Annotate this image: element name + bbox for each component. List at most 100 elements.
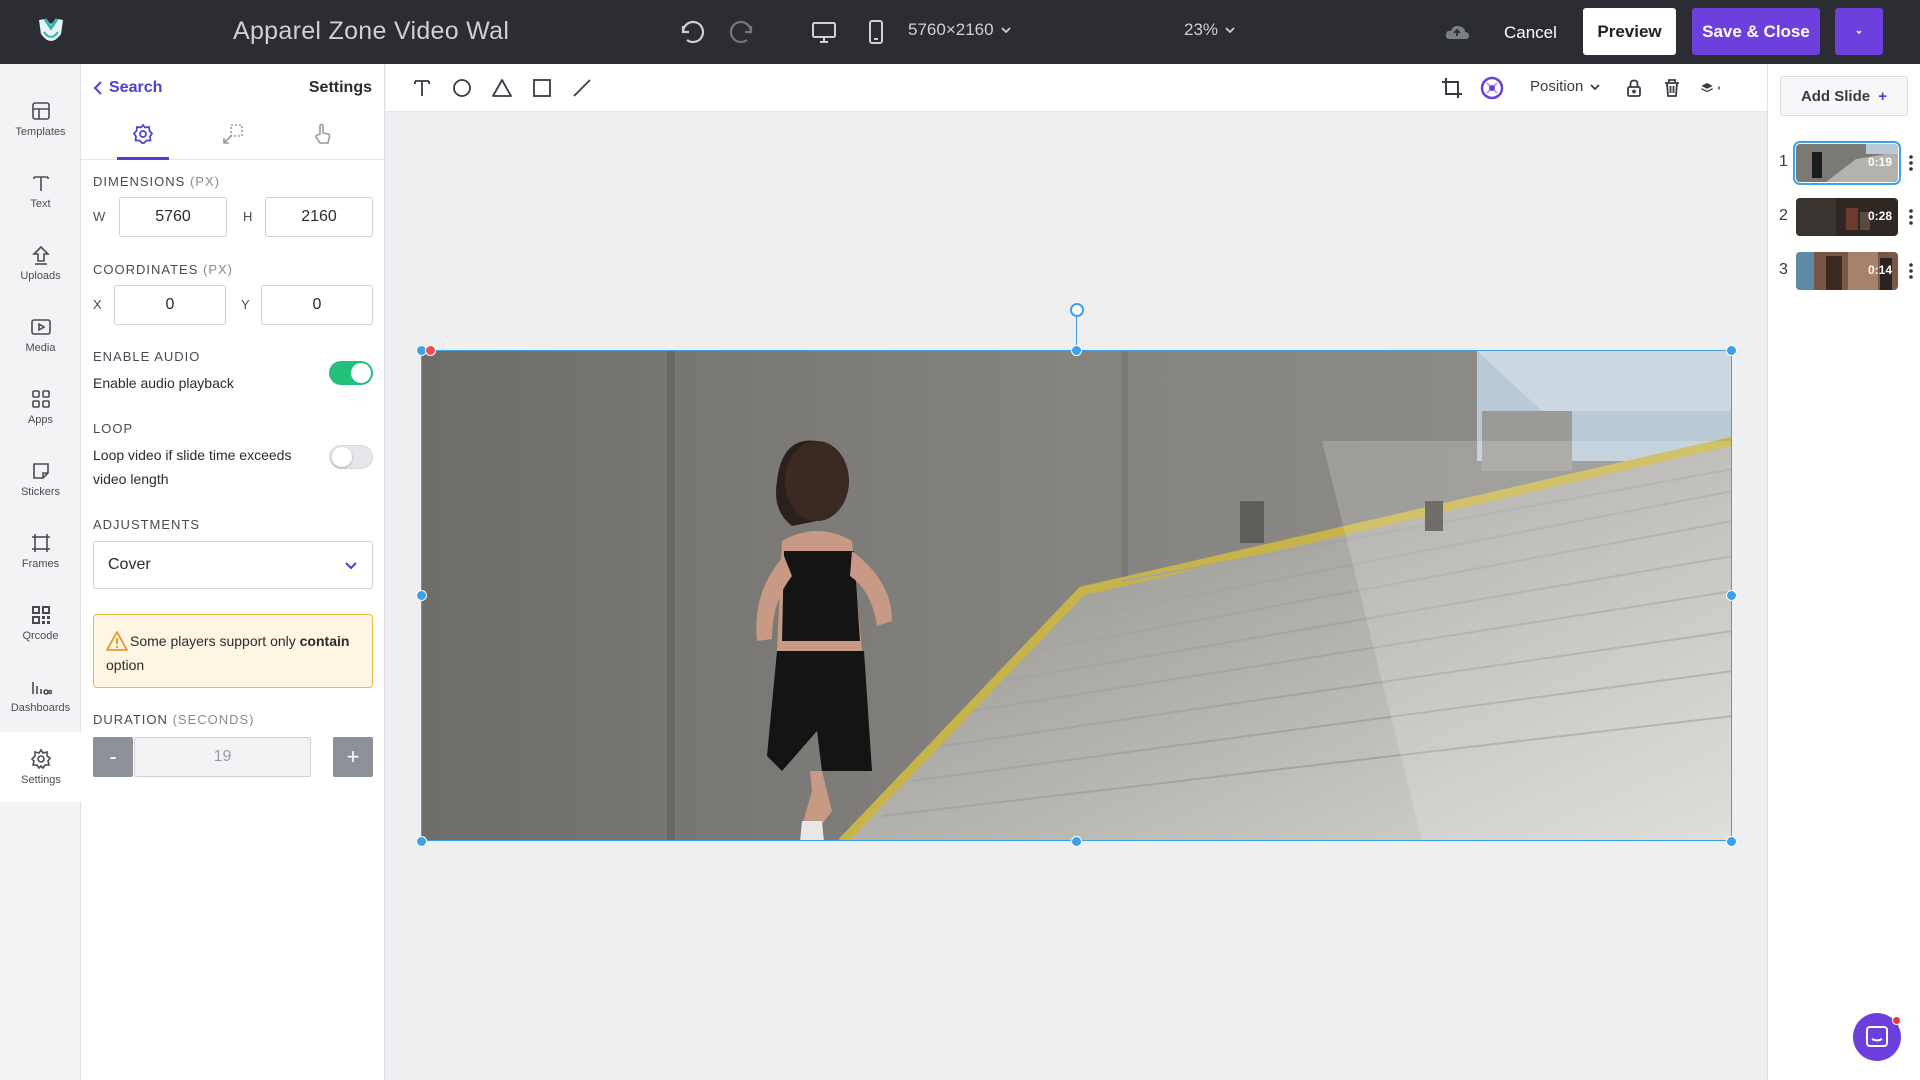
- lock-icon[interactable]: [1622, 76, 1646, 100]
- templates-icon: [31, 102, 50, 120]
- cloud-upload-icon: [1444, 22, 1470, 42]
- duration-decrement-button[interactable]: -: [93, 737, 133, 777]
- touch-icon: [315, 123, 331, 144]
- x-input[interactable]: [114, 285, 226, 325]
- adjustments-select[interactable]: Cover: [93, 541, 373, 589]
- resolution-select[interactable]: 5760×2160: [908, 20, 1012, 40]
- plus-icon: +: [1878, 87, 1888, 105]
- desktop-view-icon[interactable]: [810, 18, 838, 46]
- resize-handle-right[interactable]: [1726, 590, 1737, 601]
- document-title[interactable]: Apparel Zone Video Wal: [233, 17, 509, 46]
- x-label: X: [93, 297, 102, 312]
- duration-increment-button[interactable]: +: [333, 737, 373, 777]
- resize-handle-bottom[interactable]: [1071, 836, 1082, 847]
- more-options-icon[interactable]: [1906, 206, 1916, 228]
- zoom-value: 23%: [1184, 20, 1219, 39]
- warning-icon: [106, 631, 128, 651]
- cancel-button[interactable]: Cancel: [1488, 10, 1573, 56]
- more-options-icon[interactable]: [1906, 152, 1916, 174]
- back-search-link[interactable]: Search: [93, 79, 162, 97]
- nav-media[interactable]: Media: [0, 300, 81, 370]
- top-bar: Apparel Zone Video Wal 5760×2160 23% Can…: [0, 0, 1920, 64]
- nav-text[interactable]: Text: [0, 156, 81, 226]
- undo-icon[interactable]: [677, 18, 705, 46]
- layers-icon[interactable]: [1700, 76, 1734, 100]
- video-frame-image: [422, 351, 1731, 840]
- app-logo[interactable]: [36, 16, 66, 48]
- loop-label: Loop: [93, 421, 134, 436]
- text-icon: [32, 176, 49, 191]
- nav-stickers[interactable]: Stickers: [0, 444, 81, 514]
- slide-duration: 0:14: [1867, 263, 1892, 277]
- y-input[interactable]: [261, 285, 373, 325]
- nav-dashboards[interactable]: Dashboards: [0, 660, 81, 730]
- tab-general-settings[interactable]: [117, 122, 169, 160]
- add-slide-button[interactable]: Add Slide +: [1780, 76, 1908, 116]
- chevron-down-icon: [1225, 27, 1235, 34]
- duration-label: Duration (SECONDS): [93, 712, 255, 727]
- resize-handle-bottom-right[interactable]: [1726, 836, 1737, 847]
- video-element[interactable]: [421, 350, 1732, 841]
- nav-uploads[interactable]: Uploads: [0, 228, 81, 298]
- toggle-knob: [332, 447, 352, 467]
- preview-button[interactable]: Preview: [1583, 8, 1676, 55]
- resize-handle-bottom-left[interactable]: [416, 836, 427, 847]
- nav-label: Stickers: [20, 486, 61, 498]
- enable-audio-toggle[interactable]: [329, 361, 373, 385]
- triangle-tool-icon[interactable]: [490, 76, 514, 100]
- frames-icon: [31, 534, 50, 552]
- resize-handle-top[interactable]: [1071, 345, 1082, 356]
- loop-toggle[interactable]: [329, 445, 373, 469]
- toggle-knob: [351, 363, 371, 383]
- save-close-button[interactable]: Save & Close: [1692, 8, 1820, 55]
- rectangle-tool-icon[interactable]: [530, 76, 554, 100]
- slide-thumbnail[interactable]: 0:28: [1796, 198, 1898, 236]
- duration-input[interactable]: [134, 737, 311, 777]
- nav-label: Text: [30, 198, 51, 210]
- circle-tool-icon[interactable]: [450, 76, 474, 100]
- anchor-point: [425, 345, 436, 356]
- crop-icon[interactable]: [1440, 76, 1464, 100]
- mobile-view-icon[interactable]: [862, 18, 890, 46]
- zoom-select[interactable]: 23%: [1184, 20, 1236, 40]
- trash-icon[interactable]: [1660, 76, 1684, 100]
- nav-frames[interactable]: Frames: [0, 516, 81, 586]
- uploads-icon: [31, 245, 50, 265]
- chevron-down-icon: [1590, 83, 1601, 90]
- loop-text-line2: video length: [93, 471, 169, 487]
- nav-label: Templates: [15, 126, 66, 138]
- slide-thumbnail[interactable]: 0:19: [1793, 141, 1901, 185]
- back-search-label: Search: [109, 79, 163, 96]
- slide-number: 1: [1779, 153, 1788, 170]
- redo-icon[interactable]: [729, 18, 757, 46]
- resize-handle-left[interactable]: [416, 590, 427, 601]
- adjustments-label: Adjustments: [93, 517, 201, 532]
- color-filter-icon[interactable]: [1480, 76, 1504, 100]
- rotate-handle[interactable]: [1070, 303, 1084, 317]
- width-input[interactable]: [119, 197, 227, 237]
- dimensions-label: Dimensions (PX): [93, 174, 220, 189]
- tab-interaction[interactable]: [297, 122, 349, 160]
- slide-row: 2 0:28: [1768, 196, 1920, 240]
- text-tool-icon[interactable]: [410, 76, 434, 100]
- nav-label: Uploads: [20, 270, 61, 282]
- nav-apps[interactable]: Apps: [0, 372, 81, 442]
- slide-row: 3 0:14: [1768, 250, 1920, 294]
- settings-icon: [30, 748, 52, 770]
- nav-settings[interactable]: Settings: [0, 732, 82, 802]
- nav-templates[interactable]: Templates: [0, 84, 81, 154]
- height-input[interactable]: [265, 197, 373, 237]
- save-options-button[interactable]: [1835, 8, 1883, 55]
- tab-animation[interactable]: [207, 122, 259, 160]
- warning-text: Some players support only contain: [130, 633, 350, 649]
- slide-number: 2: [1779, 207, 1788, 224]
- nav-qrcode[interactable]: Qrcode: [0, 588, 81, 658]
- line-tool-icon[interactable]: [570, 76, 594, 100]
- resize-handle-top-right[interactable]: [1726, 345, 1737, 356]
- position-select[interactable]: Position: [1530, 78, 1601, 95]
- more-options-icon[interactable]: [1906, 260, 1916, 282]
- chevron-down-icon: [1000, 27, 1011, 34]
- slide-thumbnail[interactable]: 0:14: [1796, 252, 1898, 290]
- gear-icon: [132, 123, 154, 144]
- slides-panel: Add Slide + 1 0:19 2 0:28 3 0:14: [1767, 64, 1920, 1080]
